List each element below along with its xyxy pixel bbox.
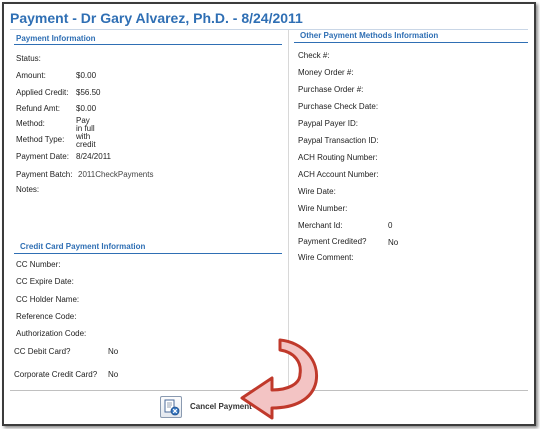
window-title: Payment - Dr Gary Alvarez, Ph.D. - 8/24/…: [10, 10, 303, 26]
payment-credited-value: No: [388, 238, 399, 247]
applied-credit-value: $56.50: [76, 88, 101, 97]
method-value: Pay in full with credit: [76, 116, 96, 149]
applied-credit-label: Applied Credit:: [16, 88, 69, 97]
refund-value: $0.00: [76, 104, 97, 113]
wire-number-label: Wire Number:: [298, 204, 348, 213]
merchant-id-label: Merchant Id:: [298, 221, 343, 230]
debit-card-value: No: [108, 347, 119, 356]
debit-card-label: CC Debit Card?: [14, 347, 71, 356]
paypal-transaction-label: Paypal Transaction ID:: [298, 136, 379, 145]
cc-expire-label: CC Expire Date:: [16, 277, 74, 286]
cc-holder-label: CC Holder Name:: [16, 295, 80, 304]
reference-code-label: Reference Code:: [16, 312, 77, 321]
paypal-payer-label: Paypal Payer ID:: [298, 119, 359, 128]
other-methods-heading: Other Payment Methods Information: [300, 31, 439, 40]
notes-label: Notes:: [16, 185, 40, 194]
payment-credited-label: Payment Credited?: [298, 237, 367, 246]
other-methods-rule: [294, 42, 528, 43]
wire-date-label: Wire Date:: [298, 187, 336, 196]
wire-comment-label: Wire Comment:: [298, 253, 354, 262]
payment-batch-label: Payment Batch:: [16, 170, 73, 179]
payment-date-value: 8/24/2011: [76, 152, 111, 161]
payment-date-label: Payment Date:: [16, 152, 69, 161]
method-label: Method:: [16, 119, 45, 128]
cancel-payment-icon[interactable]: [160, 396, 182, 418]
curved-arrow-icon: [240, 338, 319, 420]
ach-account-label: ACH Account Number:: [298, 170, 379, 179]
purchase-check-date-label: Purchase Check Date:: [298, 102, 379, 111]
corporate-card-value: No: [108, 370, 119, 379]
purchase-order-label: Purchase Order #:: [298, 85, 364, 94]
corporate-card-label: Corporate Credit Card?: [14, 370, 98, 379]
credit-card-heading: Credit Card Payment Information: [20, 242, 146, 251]
authorization-code-label: Authorization Code:: [16, 329, 87, 338]
title-divider: [10, 29, 528, 30]
method-type-label: Method Type:: [16, 135, 65, 144]
money-order-label: Money Order #:: [298, 68, 354, 77]
refund-label: Refund Amt:: [16, 104, 61, 113]
payment-batch-value: 2011CheckPayments: [78, 170, 154, 179]
payment-window: Payment - Dr Gary Alvarez, Ph.D. - 8/24/…: [2, 2, 536, 426]
amount-value: $0.00: [76, 71, 97, 80]
cc-number-label: CC Number:: [16, 260, 61, 269]
amount-label: Amount:: [16, 71, 46, 80]
credit-card-rule: [14, 253, 282, 254]
ach-routing-label: ACH Routing Number:: [298, 153, 378, 162]
payment-info-rule: [14, 44, 282, 45]
payment-info-heading: Payment Information: [16, 34, 96, 43]
merchant-id-value: 0: [388, 221, 393, 230]
status-label: Status:: [16, 54, 41, 63]
check-number-label: Check #:: [298, 51, 330, 60]
